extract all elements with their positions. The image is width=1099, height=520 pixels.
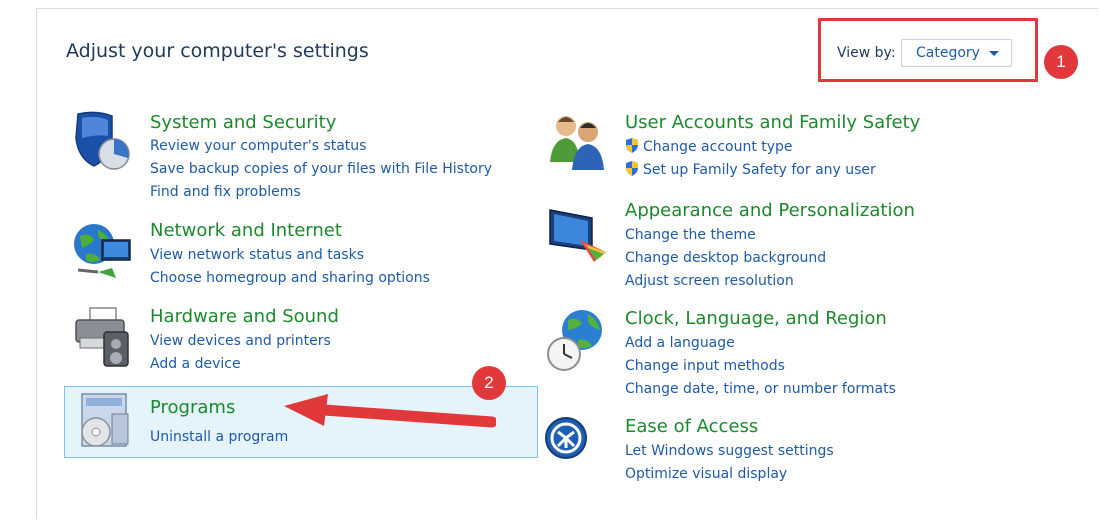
- ease-of-access-icon: [544, 412, 612, 480]
- category-title-appearance[interactable]: Appearance and Personalization: [625, 200, 915, 221]
- uac-shield-icon: [626, 161, 638, 176]
- category-title-user-accounts[interactable]: User Accounts and Family Safety: [625, 112, 920, 133]
- link-date-time-formats[interactable]: Change date, time, or number formats: [625, 381, 896, 397]
- link-change-theme[interactable]: Change the theme: [625, 227, 756, 243]
- link-windows-suggest[interactable]: Let Windows suggest settings: [625, 443, 834, 459]
- category-title-hardware-sound[interactable]: Hardware and Sound: [150, 306, 339, 327]
- link-input-methods[interactable]: Change input methods: [625, 358, 785, 374]
- chevron-down-icon: [989, 51, 999, 56]
- printer-speaker-icon: [68, 304, 136, 372]
- uac-shield-icon: [626, 138, 638, 153]
- shield-icon: [68, 108, 136, 176]
- link-devices-printers[interactable]: View devices and printers: [150, 333, 331, 349]
- link-review-status[interactable]: Review your computer's status: [150, 138, 366, 154]
- link-add-device[interactable]: Add a device: [150, 356, 241, 372]
- category-title-ease-of-access[interactable]: Ease of Access: [625, 416, 758, 437]
- annotation-badge-2: 2: [472, 366, 506, 400]
- appearance-icon: [544, 200, 612, 268]
- network-icon: [68, 218, 136, 286]
- link-change-account-type[interactable]: Change account type: [625, 138, 793, 155]
- link-add-language[interactable]: Add a language: [625, 335, 735, 351]
- link-file-history[interactable]: Save backup copies of your files with Fi…: [150, 161, 492, 177]
- clock-globe-icon: [544, 306, 612, 374]
- category-title-network-internet[interactable]: Network and Internet: [150, 220, 342, 241]
- category-title-system-security[interactable]: System and Security: [150, 112, 336, 133]
- view-by-label: View by:: [837, 45, 896, 61]
- annotation-badge-1: 1: [1044, 45, 1078, 79]
- link-desktop-background[interactable]: Change desktop background: [625, 250, 826, 266]
- category-title-clock-region[interactable]: Clock, Language, and Region: [625, 308, 887, 329]
- users-icon: [544, 108, 612, 176]
- page-title: Adjust your computer's settings: [66, 40, 369, 62]
- category-title-programs[interactable]: Programs: [150, 397, 235, 418]
- link-optimize-visual[interactable]: Optimize visual display: [625, 466, 787, 482]
- link-network-status[interactable]: View network status and tasks: [150, 247, 364, 263]
- link-family-safety[interactable]: Set up Family Safety for any user: [625, 161, 876, 178]
- view-by-value: Category: [916, 45, 980, 61]
- link-label: Change account type: [643, 139, 793, 155]
- view-by-dropdown[interactable]: Category: [901, 39, 1012, 67]
- programs-icon: [72, 388, 140, 456]
- link-screen-resolution[interactable]: Adjust screen resolution: [625, 273, 794, 289]
- link-uninstall-program[interactable]: Uninstall a program: [150, 429, 288, 445]
- link-fix-problems[interactable]: Find and fix problems: [150, 184, 301, 200]
- link-homegroup[interactable]: Choose homegroup and sharing options: [150, 270, 430, 286]
- link-label: Set up Family Safety for any user: [643, 162, 876, 178]
- annotation-arrow: [284, 394, 496, 428]
